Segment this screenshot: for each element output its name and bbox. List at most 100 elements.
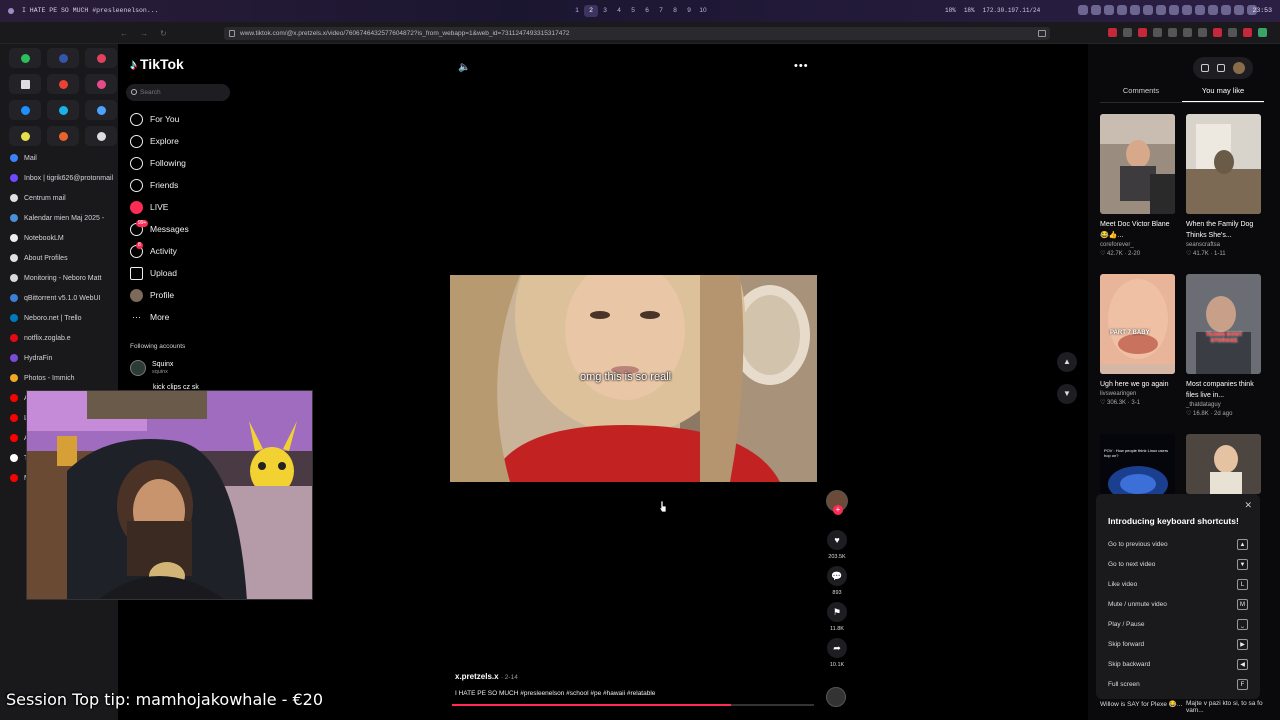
address-bar[interactable]: www.tiktok.com/@x.pretzels.x/video/76067…	[224, 27, 1050, 40]
extension-icon[interactable]	[1183, 28, 1192, 37]
workspace-4[interactable]: 4	[612, 5, 626, 17]
tray-icon[interactable]	[1195, 5, 1205, 15]
back-icon[interactable]: ←	[120, 29, 128, 38]
follow-plus-icon[interactable]: +	[833, 505, 843, 515]
extension-icon[interactable]	[1198, 28, 1207, 37]
nav-item-profile[interactable]: Profile	[130, 284, 240, 306]
pinned-tab[interactable]	[9, 74, 41, 94]
workspace-9[interactable]: 9	[682, 5, 696, 17]
browser-tab[interactable]: Photos - Immich	[0, 368, 118, 388]
browser-tab[interactable]: Kalendar mien Maj 2025 -	[0, 208, 118, 228]
workspace-10[interactable]: 10	[696, 5, 710, 17]
share-button[interactable]: ➦	[827, 638, 847, 658]
bookmark-button[interactable]: ⚑	[827, 602, 847, 622]
browser-tab[interactable]: notflix.zoglab.e	[0, 328, 118, 348]
tab-comments[interactable]: Comments	[1100, 86, 1182, 102]
workspace-3[interactable]: 3	[598, 5, 612, 17]
tray-icon[interactable]	[1117, 5, 1127, 15]
extension-icon[interactable]	[1123, 28, 1132, 37]
search-input[interactable]: Search	[126, 84, 230, 101]
suggested-video[interactable]: Meet Doc Victor Blane😂👍... coreforever_ …	[1100, 114, 1176, 257]
pinned-tab[interactable]	[47, 126, 79, 146]
video-progress-bar[interactable]	[452, 704, 814, 706]
close-icon[interactable]: ✕	[1244, 500, 1252, 511]
tray-icon[interactable]	[1143, 5, 1153, 15]
like-button[interactable]: ♥	[827, 530, 847, 550]
following-account[interactable]: Squinx squinx	[130, 360, 173, 376]
tray-icon[interactable]	[1234, 5, 1244, 15]
music-disc-icon[interactable]	[826, 687, 846, 707]
browser-tab[interactable]: Neboro.net | Trello	[0, 308, 118, 328]
extension-icon[interactable]	[1213, 28, 1222, 37]
comment-button[interactable]: 💬	[827, 566, 847, 586]
suggestion-title[interactable]: Majte v pazi kto si, to sa fo vam...	[1186, 700, 1280, 714]
more-options-icon[interactable]: •••	[794, 60, 809, 72]
previous-video-button[interactable]: ▲	[1057, 352, 1077, 372]
nav-item-messages[interactable]: 99+ Messages	[130, 218, 240, 240]
pinned-tab[interactable]	[47, 48, 79, 68]
workspace-8[interactable]: 8	[668, 5, 682, 17]
pinned-tab[interactable]	[85, 126, 117, 146]
browser-tab[interactable]: NotebookLM	[0, 228, 118, 248]
nav-item-friends[interactable]: Friends	[130, 174, 240, 196]
nav-item-explore[interactable]: Explore	[130, 130, 240, 152]
user-avatar[interactable]	[1233, 62, 1245, 74]
tray-icon[interactable]	[1156, 5, 1166, 15]
tray-icon[interactable]	[1221, 5, 1231, 15]
tray-icon[interactable]	[1078, 5, 1088, 15]
workspace-7[interactable]: 7	[654, 5, 668, 17]
reader-mode-icon[interactable]	[1038, 30, 1046, 37]
tab-you-may-like[interactable]: You may like	[1182, 86, 1264, 102]
suggested-video[interactable]: TEAMS DONT STORAGE Most companies think …	[1186, 274, 1262, 417]
pinned-tab[interactable]	[9, 48, 41, 68]
pinned-tab[interactable]	[9, 100, 41, 120]
extension-icon[interactable]	[1258, 28, 1267, 37]
extension-icon[interactable]	[1168, 28, 1177, 37]
browser-tab[interactable]: Monitoring - Neboro Matt	[0, 268, 118, 288]
app-menu-icon[interactable]	[8, 8, 14, 14]
tray-icon[interactable]	[1104, 5, 1114, 15]
suggested-video[interactable]	[1186, 434, 1262, 494]
suggested-video[interactable]: When the Family Dog Thinks She's... sean…	[1186, 114, 1262, 257]
suggested-video[interactable]: PART 7 BABY Ugh here we go again livswea…	[1100, 274, 1176, 406]
extension-icon[interactable]	[1243, 28, 1252, 37]
workspace-2[interactable]: 2	[584, 5, 598, 17]
browser-tab[interactable]: About Profiles	[0, 248, 118, 268]
creator-avatar[interactable]: +	[826, 490, 848, 515]
browser-tab[interactable]: qBittorrent v5.1.0 WebUI	[0, 288, 118, 308]
nav-item-live[interactable]: LIVE	[130, 196, 240, 218]
volume-icon[interactable]: 🔈	[458, 62, 470, 73]
pinned-tab[interactable]	[85, 48, 117, 68]
compass-icon[interactable]	[1201, 64, 1209, 72]
video-player[interactable]: omg this is so reall	[450, 275, 817, 482]
tray-icon[interactable]	[1208, 5, 1218, 15]
browser-tab[interactable]: Centrum mail	[0, 188, 118, 208]
device-icon[interactable]	[1217, 64, 1225, 72]
nav-item-upload[interactable]: Upload	[130, 262, 240, 284]
extension-icon[interactable]	[1108, 28, 1117, 37]
tray-icon[interactable]	[1182, 5, 1192, 15]
pinned-tab[interactable]	[47, 74, 79, 94]
author-name[interactable]: x.pretzels.x	[455, 672, 499, 681]
next-video-button[interactable]: ▼	[1057, 384, 1077, 404]
pinned-tab[interactable]	[85, 100, 117, 120]
tiktok-logo[interactable]: ♪ TikTok	[130, 56, 184, 72]
workspace-1[interactable]: 1	[570, 5, 584, 17]
forward-icon[interactable]: →	[140, 29, 148, 38]
nav-item-following[interactable]: Following	[130, 152, 240, 174]
extension-icon[interactable]	[1153, 28, 1162, 37]
tray-icon[interactable]	[1169, 5, 1179, 15]
extension-icon[interactable]	[1228, 28, 1237, 37]
pinned-tab[interactable]	[9, 126, 41, 146]
tray-icon[interactable]	[1091, 5, 1101, 15]
browser-tab[interactable]: Mail	[0, 148, 118, 168]
workspace-6[interactable]: 6	[640, 5, 654, 17]
nav-item-activity[interactable]: 8 Activity	[130, 240, 240, 262]
tray-icon[interactable]	[1130, 5, 1140, 15]
suggestion-title[interactable]: Willow is SAY for Plexe 😂...	[1100, 700, 1182, 708]
nav-item-more[interactable]: ··· More	[130, 306, 240, 328]
suggested-video[interactable]: POV : How people think Linux users hop o…	[1100, 434, 1176, 494]
extension-icon[interactable]	[1138, 28, 1147, 37]
browser-tab[interactable]: Inbox | tigrik626@protonmail	[0, 168, 118, 188]
video-author[interactable]: x.pretzels.x · 2-14	[455, 672, 518, 681]
